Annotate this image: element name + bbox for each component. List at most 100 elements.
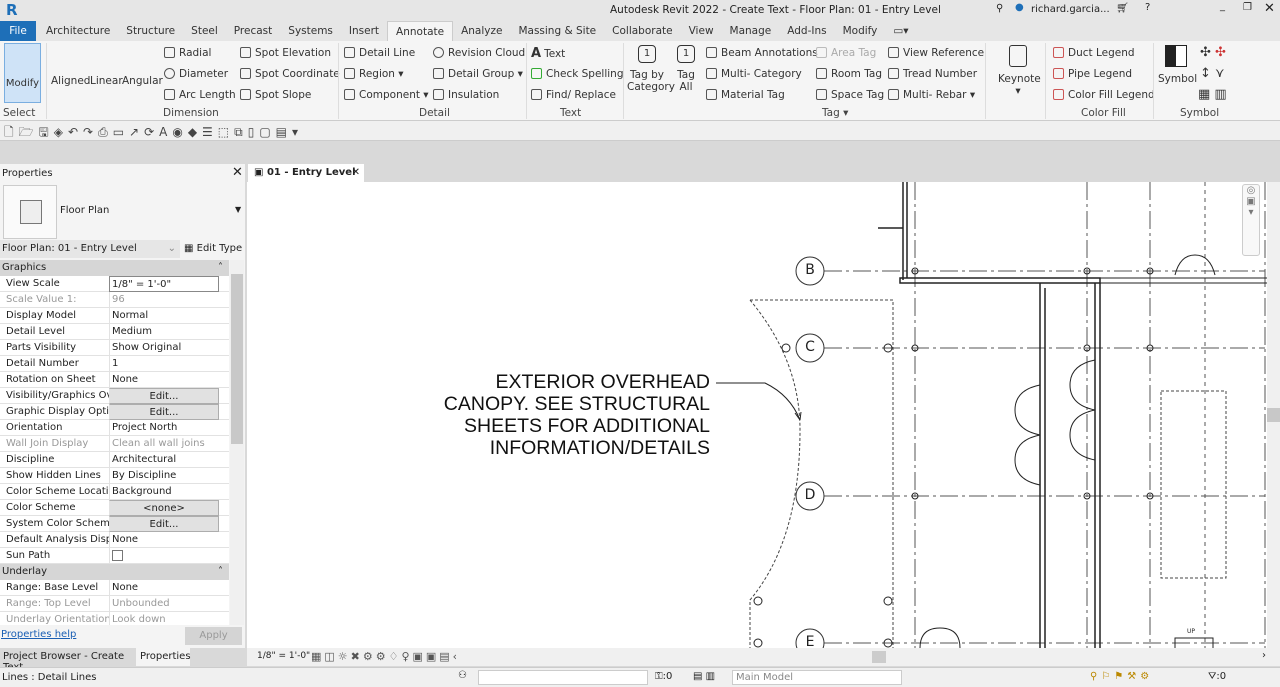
property-value[interactable]: 96	[109, 292, 219, 308]
project-browser-tab[interactable]: Project Browser - Create Text	[0, 648, 135, 673]
region-button[interactable]: Region ▾	[344, 68, 404, 80]
tag-panel-label[interactable]: Tag ▾	[822, 107, 848, 119]
pipe-legend-button[interactable]: Pipe Legend	[1053, 68, 1132, 80]
tab-steel[interactable]: Steel	[183, 21, 226, 41]
type-selector[interactable]: Floor Plan ▼	[0, 183, 245, 239]
property-value[interactable]: Medium	[109, 324, 219, 340]
property-value[interactable]: Project North	[109, 420, 219, 436]
filter-icon[interactable]: ⛛:0	[1208, 671, 1226, 682]
canopy-text-note[interactable]: EXTERIOR OVERHEAD CANOPY. SEE STRUCTURAL …	[410, 371, 710, 459]
find-replace-button[interactable]: Find/ Replace	[531, 89, 616, 101]
tag-by-category-button[interactable]: 1 Tag by Category	[627, 45, 675, 93]
beam-icon[interactable]: ↕ ⋎	[1200, 66, 1225, 81]
close-view-icon[interactable]: ✕	[352, 167, 360, 178]
diameter-button[interactable]: Diameter	[164, 68, 228, 80]
dimension-panel-label[interactable]: Dimension	[163, 107, 219, 119]
view-control-icons[interactable]: ▦◫☼✖⚙⚙♢♀▣▣▤‹	[311, 650, 460, 663]
property-value[interactable]: None	[109, 580, 219, 596]
property-value[interactable]: Clean all wall joins	[109, 436, 219, 452]
property-value[interactable]: Unbounded	[109, 596, 219, 612]
cart-icon[interactable]: 🛒︎	[1116, 3, 1129, 14]
help-icon[interactable]: ?	[1145, 2, 1150, 13]
property-value[interactable]: None	[109, 532, 219, 548]
tag-all-button[interactable]: 1 Tag All	[673, 45, 699, 93]
ribbon-display-toggle[interactable]: ▭▾	[885, 21, 916, 41]
arc-length-button[interactable]: Arc Length	[164, 89, 236, 101]
tread-number-button[interactable]: Tread Number	[888, 68, 977, 80]
multi-category-button[interactable]: Multi- Category	[706, 68, 802, 80]
tab-massing-site[interactable]: Massing & Site	[510, 21, 604, 41]
revision-cloud-button[interactable]: Revision Cloud	[433, 47, 525, 59]
properties-help-link[interactable]: Properties help	[1, 629, 76, 640]
radial-button[interactable]: Radial	[164, 47, 211, 59]
tab-modify[interactable]: Modify	[835, 21, 886, 41]
aligned-dimension-button[interactable]: Aligned	[51, 75, 90, 87]
tab-structure[interactable]: Structure	[118, 21, 183, 41]
editable-only-icon[interactable]: ⚿:0	[655, 671, 672, 682]
instance-filter-dropdown[interactable]: Floor Plan: 01 - Entry Level ⌄	[0, 240, 180, 258]
span-direction-icon[interactable]: ✣ ✣	[1200, 45, 1226, 60]
duct-legend-button[interactable]: Duct Legend	[1053, 47, 1135, 59]
material-tag-button[interactable]: Material Tag	[706, 89, 785, 101]
tab-insert[interactable]: Insert	[341, 21, 387, 41]
text-button[interactable]: A Text	[531, 46, 565, 61]
color-fill-legend-button[interactable]: Color Fill Legend	[1053, 89, 1155, 101]
keynote-button[interactable]: Keynote ▾	[998, 45, 1041, 97]
grid-bubble-b[interactable]: B	[803, 262, 817, 278]
detail-line-button[interactable]: Detail Line	[344, 47, 415, 59]
group-header-graphics[interactable]: Graphics ˄	[0, 260, 229, 276]
grid-bubble-c[interactable]: C	[803, 339, 817, 355]
binoculars-icon[interactable]: ⚲	[996, 3, 1003, 14]
worksets-icon[interactable]: ⚇	[458, 670, 467, 681]
design-option-dropdown[interactable]: Main Model	[732, 670, 902, 685]
spot-slope-button[interactable]: Spot Slope	[240, 89, 311, 101]
property-value[interactable]: 1/8" = 1'-0"	[109, 276, 219, 292]
property-edit-button[interactable]: Edit...	[109, 388, 219, 404]
beam-annotations-button[interactable]: Beam Annotations	[706, 47, 818, 59]
tab-manage[interactable]: Manage	[722, 21, 780, 41]
area-tag-button[interactable]: Area Tag	[816, 47, 876, 59]
spot-elevation-button[interactable]: Spot Elevation	[240, 47, 331, 59]
stair-path-icon[interactable]: ▦ ▥	[1198, 87, 1227, 102]
close-button[interactable]: ✕	[1264, 1, 1275, 16]
property-value[interactable]: Normal	[109, 308, 219, 324]
view-scale-button[interactable]: 1/8" = 1'-0"	[257, 651, 310, 661]
property-value[interactable]: By Discipline	[109, 468, 219, 484]
workset-dropdown[interactable]	[478, 670, 648, 685]
properties-tab[interactable]: Properties	[136, 648, 191, 666]
detail-group-button[interactable]: Detail Group ▾	[433, 68, 523, 80]
property-edit-button[interactable]: Edit...	[109, 404, 219, 420]
minimize-button[interactable]: _	[1220, 1, 1225, 12]
property-value[interactable]: 1	[109, 356, 219, 372]
selection-options-icons[interactable]: ⚲⚐⚑⚒⚙	[1090, 671, 1153, 682]
tab-analyze[interactable]: Analyze	[453, 21, 510, 41]
tab-systems[interactable]: Systems	[280, 21, 341, 41]
select-panel-label[interactable]: Select	[3, 107, 35, 119]
properties-scrollbar[interactable]	[230, 260, 244, 625]
view-reference-button[interactable]: View Reference	[888, 47, 984, 59]
check-spelling-button[interactable]: Check Spelling	[531, 68, 624, 80]
tab-annotate[interactable]: Annotate	[387, 21, 454, 41]
tab-precast[interactable]: Precast	[226, 21, 281, 41]
property-edit-button[interactable]: <none>	[109, 500, 219, 516]
tab-view[interactable]: View	[681, 21, 722, 41]
property-value[interactable]: Show Original	[109, 340, 219, 356]
tab-file[interactable]: File	[0, 21, 36, 41]
edit-type-button[interactable]: ▦ Edit Type	[184, 243, 242, 254]
property-value[interactable]: None	[109, 372, 219, 388]
revit-logo[interactable]: R	[6, 1, 18, 19]
navigation-bar[interactable]: ◎ ▣ ▾	[1242, 184, 1260, 256]
group-header-underlay[interactable]: Underlay ˄	[0, 564, 229, 580]
properties-close-button[interactable]: ✕	[232, 165, 243, 180]
view-tab[interactable]: ▣ 01 - Entry Level ✕	[248, 164, 364, 182]
horizontal-scrollbar[interactable]	[872, 651, 886, 663]
tab-architecture[interactable]: Architecture	[38, 21, 118, 41]
tab-collaborate[interactable]: Collaborate	[604, 21, 680, 41]
design-options-icon[interactable]: ▤ ▥	[693, 671, 715, 682]
drawing-area[interactable]: B C D E EXTERIOR OVERHEAD CANOPY. SEE STR…	[247, 182, 1280, 650]
component-button[interactable]: Component ▾	[344, 89, 429, 101]
multi-rebar-button[interactable]: Multi- Rebar ▾	[888, 89, 975, 101]
property-value[interactable]: Architectural	[109, 452, 219, 468]
property-edit-button[interactable]: Edit...	[109, 516, 219, 532]
property-value[interactable]: Background	[109, 484, 219, 500]
